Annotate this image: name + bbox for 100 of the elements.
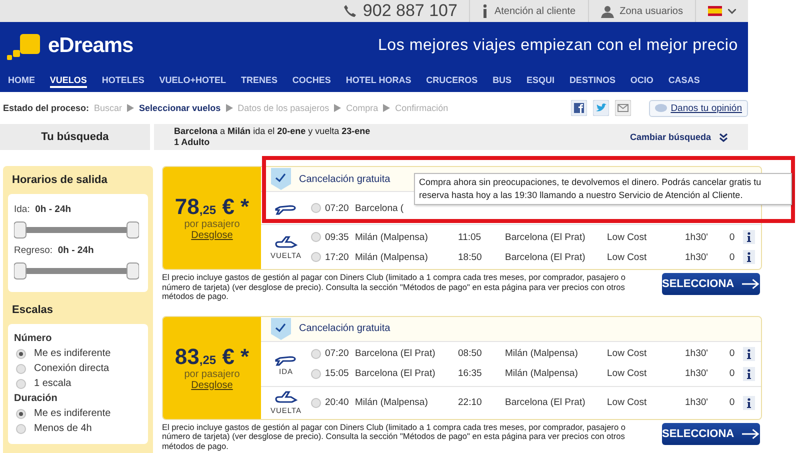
origin-airport: Barcelona (El Prat) (355, 348, 436, 359)
nav-tab[interactable]: HOME (8, 74, 35, 88)
plane-icon (274, 390, 298, 406)
option-label: Me es indiferente (34, 348, 111, 359)
nav-tab[interactable]: VUELOS (50, 74, 87, 88)
departure-time: 20:40 (325, 397, 350, 408)
info-icon[interactable] (743, 250, 755, 264)
step-arrow-icon (383, 104, 390, 112)
slider-label: Regreso: 0h - 24h (14, 245, 95, 256)
filter-title: Escalas (11, 303, 54, 318)
twitter-icon[interactable] (592, 100, 609, 116)
caret-icon[interactable] (728, 8, 736, 14)
radio-button[interactable] (311, 348, 321, 358)
select-button[interactable]: SELECCIONA (662, 422, 760, 444)
per-passenger-label: por pasajero (184, 370, 240, 380)
phone-icon (342, 4, 357, 18)
info-icon (482, 4, 488, 18)
nav-tab[interactable]: CRUCEROS (426, 74, 478, 88)
radio-button[interactable] (16, 348, 26, 358)
option-label: Menos de 4h (34, 423, 92, 434)
radio-button[interactable] (311, 203, 321, 213)
nav-tab[interactable]: OCIO (630, 74, 654, 88)
speech-bubble-icon (654, 104, 667, 112)
departure-time: 07:20 (325, 202, 350, 214)
flight-duration: 1h30' (685, 232, 709, 242)
account-link[interactable]: Zona usuarios (620, 6, 683, 16)
change-search-link[interactable]: Cambiar búsqueda (630, 132, 748, 142)
info-icon[interactable] (743, 346, 755, 360)
nav-tab[interactable]: BUS (492, 74, 512, 88)
origin-airport: Milán (Malpensa) (355, 252, 429, 262)
origin-airport: Barcelona ( (355, 202, 405, 214)
mail-icon[interactable] (614, 100, 631, 116)
progress-label: Estado del proceso: (3, 103, 90, 113)
per-passenger-label: por pasajero (184, 220, 240, 230)
radio-button[interactable] (311, 232, 321, 242)
slider-label: Ida: 0h - 24h (14, 204, 72, 215)
plane-icon (274, 234, 298, 250)
destination-airport: Barcelona (El Prat) (505, 397, 586, 408)
stops-count: 0 (728, 368, 736, 379)
price-note: El precio incluye gastos de gestión al pagar con Diners Club (limitado a 1 compra cada tres meses, por comprador, pasajero o número de tarjeta) (ver desglose de precio). Consulta la sección "Métodos de pago" en esta página para ver precios con otros métodos de pago. (162, 422, 626, 451)
radio-button[interactable] (311, 398, 321, 408)
flight-duration: 1h30' (685, 397, 709, 408)
breakdown-link[interactable]: Desglose (191, 230, 233, 242)
logo-text: eDreams (48, 34, 134, 58)
tooltip: Compra ahora sin preocupaciones, te devolvemos el dinero. Podrás cancelar gratis tu reserva hasta hoy a las 19:30 llamando a nuestro Servicio de Atención al Cliente. (414, 173, 792, 205)
info-icon[interactable] (743, 230, 755, 244)
radio-button[interactable] (311, 252, 321, 262)
tagline: Los mejores viajes empiezan con el mejor precio (378, 37, 738, 55)
info-icon[interactable] (743, 366, 755, 380)
flag-icon[interactable] (708, 6, 722, 16)
nav-tab[interactable]: CASAS (668, 74, 700, 88)
nav-tab[interactable]: VUELO+HOTEL (159, 74, 226, 88)
fare-type: Low Cost (607, 232, 648, 242)
departure-time: 17:20 (325, 252, 350, 262)
step-arrow-icon (334, 104, 342, 112)
cancellation-label: Cancelación gratuita (299, 174, 390, 184)
radio-button[interactable] (16, 408, 26, 418)
route-summary: Barcelona a Milán ida el 20-ene y vuelta 23-ene (174, 126, 370, 137)
arrow-icon (742, 278, 760, 290)
nav-tab[interactable]: HOTELES (102, 74, 144, 88)
price-note: El precio incluye gastos de gestión al pagar con Diners Club (limitado a 1 compra cada tres meses, por comprador, pasajero o número de tarjeta) (ver desglose de precio). Consulta la sección "Métodos de pago" en esta página para ver precios con otros métodos de pago. (162, 273, 626, 302)
arrival-time: 16:35 (458, 368, 483, 379)
feedback-button[interactable]: Danos tu opinión (648, 100, 748, 116)
passenger-summary: 1 Adulto (174, 137, 211, 148)
destination-airport: Milán (Malpensa) (505, 348, 579, 359)
nav-tab[interactable]: HOTEL HORAS (346, 74, 412, 88)
nav-tab[interactable]: TRENES (240, 74, 278, 88)
breakdown-link[interactable]: Desglose (191, 380, 233, 392)
support-link[interactable]: Atención al cliente (494, 6, 576, 16)
radio-button[interactable] (16, 424, 26, 434)
filter-title: Horarios de salida (11, 173, 108, 188)
facebook-icon[interactable] (570, 100, 587, 116)
progress-step: Seleccionar vuelos (139, 103, 221, 113)
flight-duration: 1h30' (685, 368, 709, 379)
departure-time: 15:05 (325, 368, 350, 379)
radio-button[interactable] (16, 364, 26, 374)
fare-type: Low Cost (607, 368, 648, 379)
nav-tab[interactable]: ESQUI (526, 74, 555, 88)
check-badge-icon (271, 168, 291, 190)
fare-type: Low Cost (607, 397, 648, 408)
destination-airport: Barcelona (El Prat) (505, 252, 586, 262)
range-slider[interactable] (14, 221, 139, 239)
departure-time: 09:35 (325, 232, 350, 242)
range-slider[interactable] (14, 262, 139, 280)
radio-button[interactable] (16, 378, 26, 388)
option-label: Me es indiferente (34, 408, 111, 419)
origin-airport: Milán (Malpensa) (355, 232, 429, 242)
nav-tab[interactable]: DESTINOS (569, 74, 616, 88)
arrival-time: 11:05 (458, 232, 482, 242)
fare-type: Low Cost (607, 348, 648, 359)
stops-count: 0 (728, 252, 736, 262)
step-arrow-icon (127, 104, 134, 112)
origin-airport: Barcelona (El Prat) (355, 368, 436, 379)
info-icon[interactable] (743, 396, 755, 410)
select-button[interactable]: SELECCIONA (662, 273, 760, 295)
option-label: 1 escala (34, 378, 72, 389)
progress-step: Datos de los pasajeros (238, 103, 330, 113)
radio-button[interactable] (311, 368, 321, 378)
nav-tab[interactable]: COCHES (292, 74, 331, 88)
option-label: Conexión directa (34, 363, 110, 374)
